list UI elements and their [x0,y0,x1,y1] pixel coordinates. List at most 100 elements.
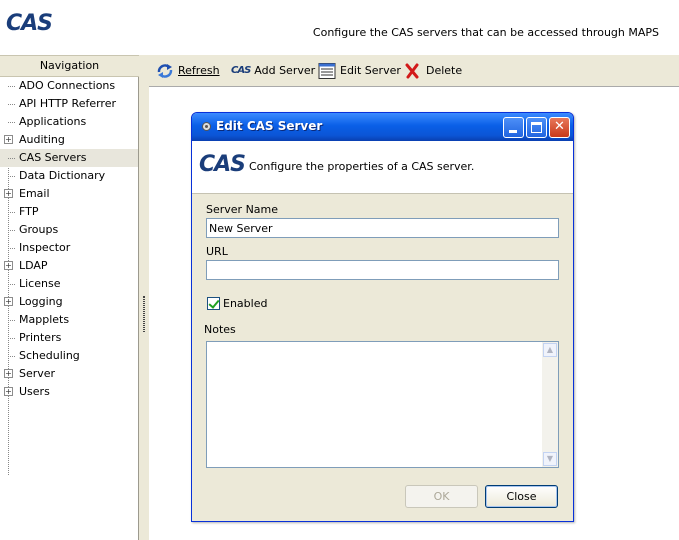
enabled-checkbox[interactable] [207,297,220,310]
nav-item-label: Printers [19,331,62,344]
nav-item[interactable]: + Users [0,383,138,401]
nav-item-label: Groups [19,223,59,236]
add-server-label: Add Server [254,64,316,77]
close-window-button[interactable]: ✕ [549,117,570,138]
tree-branch-line [8,158,15,159]
cas-logo: CAS [6,11,53,36]
nav-item[interactable]: ADO Connections [0,77,138,95]
nav-item-label: Server [19,367,56,380]
maximize-button[interactable] [526,117,547,138]
refresh-label: Refresh [178,64,220,77]
close-button[interactable]: Close [485,485,558,508]
nav-item[interactable]: Data Dictionary [0,167,138,185]
expand-plus-icon[interactable]: + [4,387,13,396]
expand-plus-icon[interactable]: + [4,261,13,270]
nav-item-label: Inspector [19,241,71,254]
tree-branch-line [8,104,15,105]
delete-x-icon [404,63,422,79]
server-name-label: Server Name [206,203,279,216]
nav-item[interactable]: CAS Servers [0,149,138,167]
dialog-titlebar[interactable]: Edit CAS Server ✕ [192,113,573,141]
tree-branch-line [8,320,15,321]
ok-button[interactable]: OK [405,485,478,508]
tree-branch-line [8,212,15,213]
maps-admin-window: CAS Configure the CAS servers that can b… [0,0,679,540]
expand-plus-icon[interactable]: + [4,297,13,306]
splitter-handle[interactable] [139,55,149,540]
gear-icon [200,120,213,133]
nav-item[interactable]: + Auditing [0,131,138,149]
nav-item-label: CAS Servers [19,151,87,164]
delete-button[interactable]: Delete [404,62,462,80]
tree-branch-line [8,230,15,231]
tree-branch-line [8,356,15,357]
notes-scrollbar[interactable]: ▲ ▼ [542,342,558,467]
server-name-input[interactable] [206,218,559,238]
url-label: URL [206,245,228,258]
navigation-tree: ADO Connections API HTTP Referrer Applicat… [0,77,139,540]
add-server-button[interactable]: CAS Add Server [231,62,315,80]
navigation-title: Navigation [0,55,139,77]
nav-item[interactable]: Applications [0,113,138,131]
edit-server-label: Edit Server [340,64,401,77]
maximize-icon [531,122,542,133]
expand-plus-icon[interactable]: + [4,135,13,144]
nav-item[interactable]: Mapplets [0,311,138,329]
nav-item[interactable]: + Server [0,365,138,383]
notes-label: Notes [204,323,236,336]
tree-branch-line [8,122,15,123]
nav-item-label: ADO Connections [19,79,116,92]
app-header: CAS Configure the CAS servers that can b… [0,0,679,55]
nav-item-label: Users [19,385,50,398]
edit-server-button[interactable]: Edit Server [318,62,401,80]
url-input[interactable] [206,260,559,280]
edit-cas-server-dialog: Edit CAS Server ✕ CAS Configure the prop… [191,112,574,522]
nav-item-label: API HTTP Referrer [19,97,117,110]
dialog-title: Edit CAS Server [216,119,323,133]
splitter-grip[interactable] [143,296,145,332]
edit-list-icon [318,63,336,79]
toolbar: Refresh CAS Add Server Edit Server Delet… [149,55,679,86]
tree-branch-line [8,284,15,285]
expand-plus-icon[interactable]: + [4,369,13,378]
nav-item[interactable]: + Logging [0,293,138,311]
nav-item-label: Auditing [19,133,65,146]
notes-textarea[interactable]: ▲ ▼ [206,341,559,468]
tree-branch-line [8,248,15,249]
nav-item-label: Logging [19,295,63,308]
nav-item[interactable]: FTP [0,203,138,221]
header-description: Configure the CAS servers that can be ac… [312,26,659,39]
nav-item-label: Data Dictionary [19,169,106,182]
nav-item[interactable]: Inspector [0,239,138,257]
nav-item-label: FTP [19,205,39,218]
cas-add-icon: CAS [231,65,251,76]
nav-item-label: Scheduling [19,349,80,362]
tree-branch-line [8,338,15,339]
minimize-button[interactable] [503,117,524,138]
nav-item[interactable]: Printers [0,329,138,347]
delete-label: Delete [426,64,463,77]
refresh-button[interactable]: Refresh [156,62,220,80]
expand-plus-icon[interactable]: + [4,189,13,198]
close-icon: ✕ [554,119,565,134]
nav-item[interactable]: API HTTP Referrer [0,95,138,113]
scroll-down-arrow-icon[interactable]: ▼ [543,452,557,466]
minimize-icon [509,130,517,133]
nav-item[interactable]: + LDAP [0,257,138,275]
nav-item[interactable]: Groups [0,221,138,239]
tree-branch-line [8,176,15,177]
refresh-icon [156,63,174,79]
tree-branch-line [8,86,15,87]
scroll-up-arrow-icon[interactable]: ▲ [543,343,557,357]
nav-item-label: LDAP [19,259,48,272]
nav-item-label: Email [19,187,50,200]
nav-item-label: Mapplets [19,313,70,326]
nav-item[interactable]: + Email [0,185,138,203]
nav-item[interactable]: License [0,275,138,293]
nav-item-label: License [19,277,61,290]
dialog-description: Configure the properties of a CAS server… [249,160,475,173]
nav-item-label: Applications [19,115,87,128]
nav-item[interactable]: Scheduling [0,347,138,365]
dialog-header: CAS Configure the properties of a CAS se… [192,141,573,194]
enabled-label[interactable]: Enabled [223,297,267,310]
